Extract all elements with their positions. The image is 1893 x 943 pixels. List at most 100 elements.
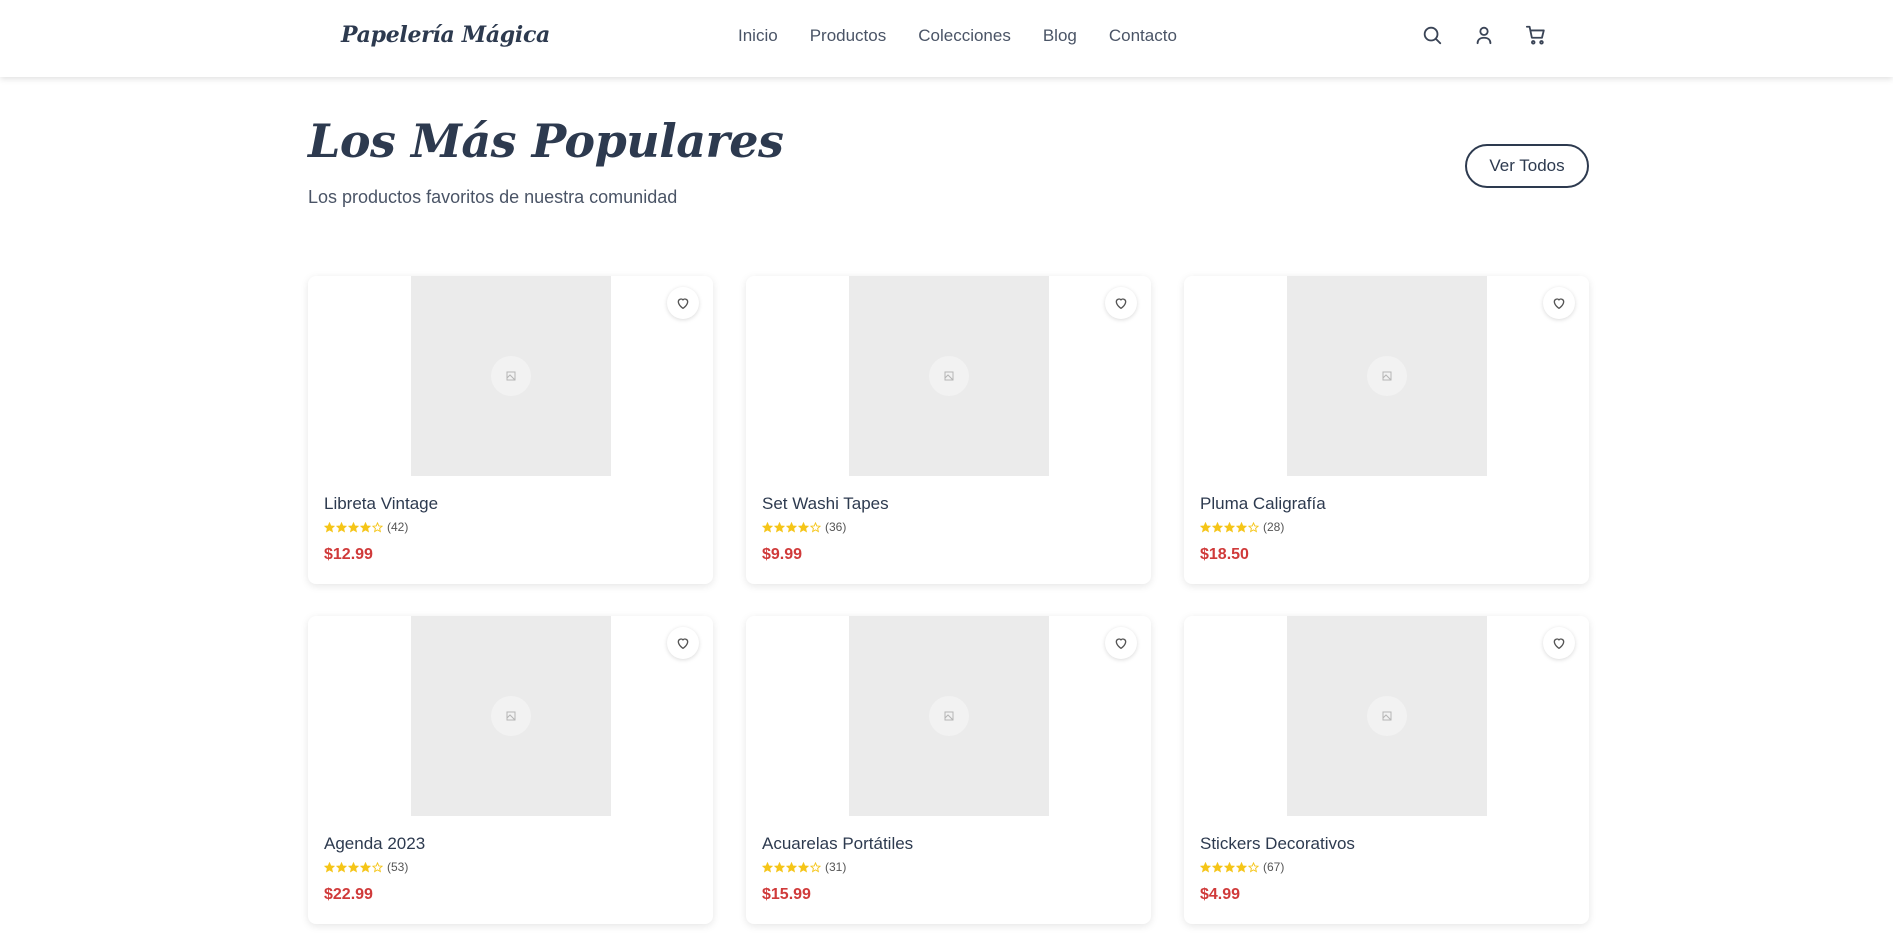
favorite-button[interactable] bbox=[1543, 627, 1575, 659]
star-filled-icon bbox=[774, 521, 785, 533]
user-icon[interactable] bbox=[1473, 24, 1495, 46]
star-filled-icon bbox=[360, 861, 371, 873]
product-rating: (36) bbox=[762, 520, 846, 534]
heart-icon bbox=[1553, 638, 1565, 649]
section-title: Los Más Populares bbox=[308, 114, 784, 168]
product-rating: (28) bbox=[1200, 520, 1284, 534]
rating-stars bbox=[1200, 861, 1259, 873]
star-filled-icon bbox=[348, 861, 359, 873]
star-filled-icon bbox=[1200, 521, 1211, 533]
product-price: $12.99 bbox=[324, 546, 373, 563]
heart-icon bbox=[1115, 638, 1127, 649]
product-rating: (31) bbox=[762, 860, 846, 874]
review-count: (53) bbox=[387, 860, 409, 874]
image-placeholder-icon bbox=[491, 356, 531, 396]
header-actions bbox=[1421, 24, 1547, 46]
nav-link-colecciones[interactable]: Colecciones bbox=[918, 26, 1011, 46]
image-placeholder-icon bbox=[929, 696, 969, 736]
product-card[interactable]: Stickers Decorativos (67) $4.99 bbox=[1184, 616, 1589, 924]
product-name[interactable]: Agenda 2023 bbox=[324, 834, 425, 854]
star-filled-icon bbox=[1224, 861, 1235, 873]
star-filled-icon bbox=[360, 521, 371, 533]
star-filled-icon bbox=[786, 521, 797, 533]
heart-icon bbox=[677, 298, 689, 309]
heart-icon bbox=[677, 638, 689, 649]
nav-link-inicio[interactable]: Inicio bbox=[738, 26, 778, 46]
nav-link-blog[interactable]: Blog bbox=[1043, 26, 1077, 46]
product-image[interactable] bbox=[849, 616, 1049, 816]
product-image[interactable] bbox=[849, 276, 1049, 476]
product-card[interactable]: Agenda 2023 (53) $22.99 bbox=[308, 616, 713, 924]
nav-link-productos[interactable]: Productos bbox=[810, 26, 887, 46]
product-name[interactable]: Pluma Caligrafía bbox=[1200, 494, 1326, 514]
rating-stars bbox=[762, 861, 821, 873]
favorite-button[interactable] bbox=[1543, 287, 1575, 319]
star-filled-icon bbox=[798, 861, 809, 873]
review-count: (31) bbox=[825, 860, 847, 874]
star-empty-icon bbox=[372, 521, 383, 533]
product-image[interactable] bbox=[1287, 276, 1487, 476]
heart-icon bbox=[1115, 298, 1127, 309]
star-empty-icon bbox=[810, 521, 821, 533]
rating-stars bbox=[1200, 521, 1259, 533]
product-price: $18.50 bbox=[1200, 546, 1249, 563]
star-filled-icon bbox=[798, 521, 809, 533]
product-image[interactable] bbox=[1287, 616, 1487, 816]
star-filled-icon bbox=[786, 861, 797, 873]
product-name[interactable]: Set Washi Tapes bbox=[762, 494, 889, 514]
star-filled-icon bbox=[324, 521, 335, 533]
product-rating: (42) bbox=[324, 520, 408, 534]
brand-logo[interactable]: Papelería Mágica bbox=[341, 22, 550, 48]
product-card[interactable]: Set Washi Tapes (36) $9.99 bbox=[746, 276, 1151, 584]
review-count: (42) bbox=[387, 520, 409, 534]
rating-stars bbox=[324, 521, 383, 533]
star-filled-icon bbox=[1236, 521, 1247, 533]
product-name[interactable]: Stickers Decorativos bbox=[1200, 834, 1355, 854]
star-filled-icon bbox=[762, 861, 773, 873]
star-filled-icon bbox=[774, 861, 785, 873]
product-price: $15.99 bbox=[762, 886, 811, 903]
product-image[interactable] bbox=[411, 276, 611, 476]
product-rating: (67) bbox=[1200, 860, 1284, 874]
star-filled-icon bbox=[336, 861, 347, 873]
section-subtitle: Los productos favoritos de nuestra comun… bbox=[308, 187, 678, 207]
rating-stars bbox=[762, 521, 821, 533]
review-count: (36) bbox=[825, 520, 847, 534]
product-rating: (53) bbox=[324, 860, 408, 874]
star-filled-icon bbox=[336, 521, 347, 533]
favorite-button[interactable] bbox=[1105, 627, 1137, 659]
star-empty-icon bbox=[372, 861, 383, 873]
favorite-button[interactable] bbox=[667, 627, 699, 659]
favorite-button[interactable] bbox=[1105, 287, 1137, 319]
product-price: $4.99 bbox=[1200, 886, 1241, 903]
image-placeholder-icon bbox=[929, 356, 969, 396]
product-grid: Libreta Vintage (42) $12.99 Set Washi Ta… bbox=[308, 276, 1589, 924]
product-card[interactable]: Pluma Caligrafía (28) $18.50 bbox=[1184, 276, 1589, 584]
product-name[interactable]: Acuarelas Portátiles bbox=[762, 834, 913, 854]
review-count: (28) bbox=[1263, 520, 1285, 534]
nav-link-contacto[interactable]: Contacto bbox=[1109, 26, 1177, 46]
heart-icon bbox=[1553, 298, 1565, 309]
cart-icon[interactable] bbox=[1525, 24, 1547, 46]
image-placeholder-icon bbox=[491, 696, 531, 736]
star-empty-icon bbox=[810, 861, 821, 873]
product-card[interactable]: Acuarelas Portátiles (31) $15.99 bbox=[746, 616, 1151, 924]
view-all-button[interactable]: Ver Todos bbox=[1465, 144, 1589, 188]
star-empty-icon bbox=[1248, 861, 1259, 873]
navbar: Papelería Mágica Inicio Productos Colecc… bbox=[0, 0, 1893, 77]
rating-stars bbox=[324, 861, 383, 873]
star-filled-icon bbox=[348, 521, 359, 533]
image-placeholder-icon bbox=[1367, 696, 1407, 736]
product-price: $22.99 bbox=[324, 886, 373, 903]
star-filled-icon bbox=[1224, 521, 1235, 533]
search-icon[interactable] bbox=[1421, 24, 1443, 46]
star-empty-icon bbox=[1248, 521, 1259, 533]
product-image[interactable] bbox=[411, 616, 611, 816]
review-count: (67) bbox=[1263, 860, 1285, 874]
star-filled-icon bbox=[762, 521, 773, 533]
product-card[interactable]: Libreta Vintage (42) $12.99 bbox=[308, 276, 713, 584]
product-name[interactable]: Libreta Vintage bbox=[324, 494, 438, 514]
favorite-button[interactable] bbox=[667, 287, 699, 319]
star-filled-icon bbox=[1212, 521, 1223, 533]
main-nav: Inicio Productos Colecciones Blog Contac… bbox=[738, 26, 1209, 46]
